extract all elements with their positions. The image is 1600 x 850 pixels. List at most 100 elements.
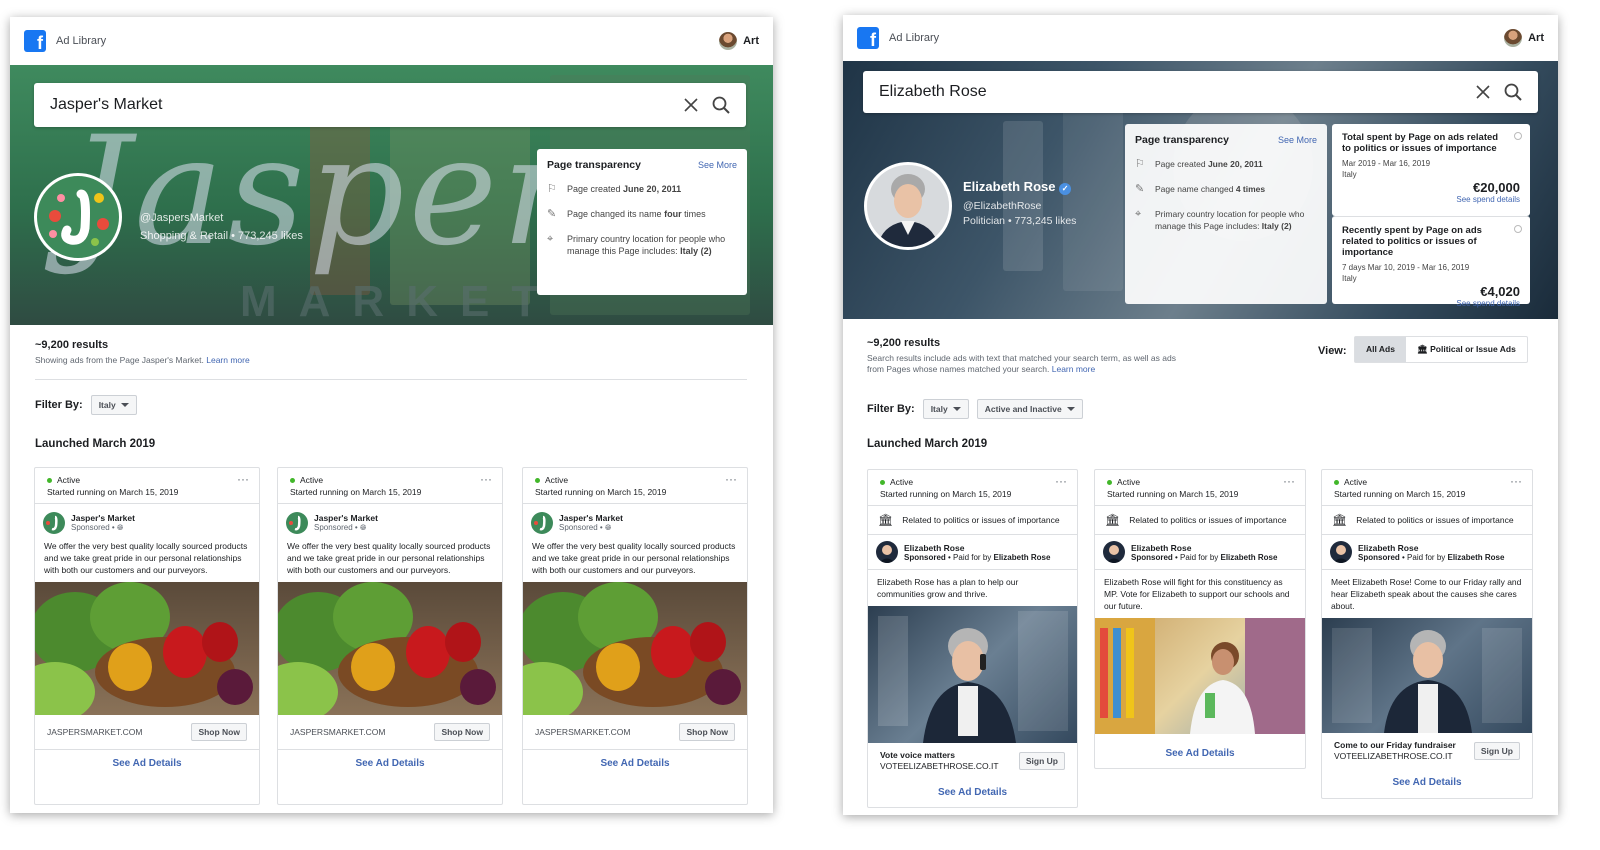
ad-image[interactable] bbox=[523, 582, 747, 715]
ad-body: We offer the very best quality locally s… bbox=[44, 541, 248, 575]
divider bbox=[35, 379, 747, 380]
ad-status: Active bbox=[1117, 477, 1141, 487]
close-icon[interactable] bbox=[684, 98, 698, 112]
bank-building-icon: 🏛︎ bbox=[1105, 513, 1121, 527]
page-name[interactable]: Elizabeth Rose ✓ bbox=[963, 179, 1072, 195]
see-ad-details-link[interactable]: See Ad Details bbox=[1095, 734, 1305, 767]
filter-label: Filter By: bbox=[35, 399, 83, 411]
ad-page-name[interactable]: Jasper's Market bbox=[314, 513, 378, 523]
see-more-link[interactable]: See More bbox=[698, 160, 737, 170]
see-ad-details-link[interactable]: See Ad Details bbox=[1322, 769, 1532, 796]
political-ads-tab[interactable]: 🏛︎ Political or Issue Ads bbox=[1406, 337, 1527, 362]
page-transparency-card: Page transparency See More ⚐ Page created… bbox=[537, 149, 747, 295]
spend-total-title: Total spent by Page on ads related to po… bbox=[1342, 132, 1499, 154]
search-icon[interactable] bbox=[1504, 83, 1522, 101]
more-options-icon[interactable]: ··· bbox=[480, 472, 492, 486]
verified-badge-icon: ✓ bbox=[1059, 183, 1072, 195]
ad-body: Meet Elizabeth Rose! Come to our Friday … bbox=[1322, 569, 1532, 618]
page-created: Page created June 20, 2011 bbox=[1155, 159, 1263, 169]
ad-image[interactable] bbox=[868, 606, 1077, 743]
globe-icon: 🌐︎ bbox=[604, 523, 612, 532]
app-title: Ad Library bbox=[56, 35, 107, 47]
results-count: ~9,200 results bbox=[35, 339, 109, 351]
name-changes: Page changed its name four times bbox=[567, 209, 706, 219]
learn-more-link[interactable]: Learn more bbox=[206, 355, 249, 365]
country-filter-dropdown[interactable]: Italy bbox=[90, 395, 137, 415]
ad-body: Elizabeth Rose has a plan to help our co… bbox=[868, 569, 1077, 606]
sponsored-label: Sponsored • 🌐︎ bbox=[314, 523, 367, 532]
more-options-icon[interactable]: ··· bbox=[1055, 474, 1067, 488]
filter-bar: Filter By: Italy Active and Inactive bbox=[867, 399, 1083, 419]
ad-image[interactable] bbox=[1095, 618, 1305, 734]
sign-up-button[interactable]: Sign Up bbox=[1018, 752, 1065, 770]
see-spend-details-link[interactable]: See spend details bbox=[1342, 195, 1520, 204]
ad-page-name[interactable]: Elizabeth Rose bbox=[1131, 543, 1277, 553]
info-icon[interactable] bbox=[1514, 132, 1522, 140]
user-menu[interactable]: Art bbox=[719, 32, 759, 50]
ad-library-window-elizabeth: f Ad Library Art Elizabeth Rose Elizabet… bbox=[843, 15, 1558, 815]
see-spend-details-link[interactable]: See spend details bbox=[1342, 299, 1520, 308]
ad-domain: JASPERSMARKET.COM bbox=[535, 727, 631, 737]
results-note: Showing ads from the Page Jasper's Marke… bbox=[35, 355, 250, 365]
ad-domain: VOTEELIZABETHROSE.CO.IT bbox=[880, 761, 999, 771]
page-avatar bbox=[1103, 541, 1125, 563]
page-avatar[interactable] bbox=[34, 173, 122, 261]
ad-page-name[interactable]: Elizabeth Rose bbox=[904, 543, 1050, 553]
learn-more-link[interactable]: Learn more bbox=[1052, 364, 1095, 374]
active-status-dot bbox=[1334, 479, 1339, 485]
page-avatar[interactable] bbox=[864, 162, 952, 250]
ad-image[interactable] bbox=[35, 582, 259, 715]
page-avatar bbox=[1330, 541, 1352, 563]
see-ad-details-link[interactable]: See Ad Details bbox=[868, 779, 1077, 806]
user-name: Art bbox=[1528, 32, 1544, 44]
close-icon[interactable] bbox=[1476, 85, 1490, 99]
facebook-logo-icon[interactable]: f bbox=[24, 30, 46, 52]
page-created: Page created June 20, 2011 bbox=[567, 184, 682, 194]
see-ad-details-link[interactable]: See Ad Details bbox=[523, 749, 747, 777]
country-filter-dropdown[interactable]: Italy bbox=[922, 399, 969, 419]
view-label: View: bbox=[1318, 345, 1347, 357]
user-menu[interactable]: Art bbox=[1504, 29, 1544, 47]
shop-now-button[interactable]: Shop Now bbox=[679, 723, 735, 741]
ad-page-name[interactable]: Jasper's Market bbox=[71, 513, 135, 523]
ad-status: Active bbox=[545, 475, 569, 485]
sponsored-label: Sponsored • 🌐︎ bbox=[71, 523, 124, 532]
see-ad-details-link[interactable]: See Ad Details bbox=[278, 749, 502, 777]
ad-page-name[interactable]: Elizabeth Rose bbox=[1358, 543, 1504, 553]
ad-headline: Come to our Friday fundraiser bbox=[1334, 740, 1456, 750]
search-bar[interactable]: Jasper's Market bbox=[34, 83, 746, 127]
search-bar[interactable]: Elizabeth Rose bbox=[863, 71, 1538, 113]
recent-spend-card: Recently spent by Page on ads related to… bbox=[1332, 216, 1530, 308]
view-toggle: All Ads 🏛︎ Political or Issue Ads bbox=[1354, 336, 1528, 363]
info-icon[interactable] bbox=[1514, 225, 1522, 233]
ad-start-date: Started running on March 15, 2019 bbox=[880, 489, 1012, 499]
shop-now-button[interactable]: Shop Now bbox=[191, 723, 247, 741]
total-spend-card: Total spent by Page on ads related to po… bbox=[1332, 124, 1530, 216]
more-options-icon[interactable]: ··· bbox=[1510, 474, 1522, 488]
page-handle: @ElizabethRose bbox=[963, 200, 1042, 212]
page-hero-banner: Elizabeth Rose Elizabeth Rose ✓ @Elizabe… bbox=[843, 61, 1558, 319]
more-options-icon[interactable]: ··· bbox=[237, 472, 249, 486]
ad-card: Active Started running on March 15, 2019… bbox=[1094, 469, 1306, 769]
top-bar: f Ad Library Art bbox=[10, 17, 773, 65]
shop-now-button[interactable]: Shop Now bbox=[434, 723, 490, 741]
ad-image[interactable] bbox=[1322, 618, 1532, 733]
name-changes: Page name changed 4 times bbox=[1155, 184, 1266, 194]
more-options-icon[interactable]: ··· bbox=[1283, 474, 1295, 488]
see-more-link[interactable]: See More bbox=[1278, 135, 1317, 145]
search-input[interactable]: Elizabeth Rose bbox=[879, 83, 1476, 101]
more-options-icon[interactable]: ··· bbox=[725, 472, 737, 486]
search-icon[interactable] bbox=[712, 96, 730, 114]
ad-library-window-jaspers: f Ad Library Art Jasper MARKET Jasper's … bbox=[10, 17, 773, 813]
ad-image[interactable] bbox=[278, 582, 502, 715]
sign-up-button[interactable]: Sign Up bbox=[1473, 742, 1520, 760]
ad-domain: JASPERSMARKET.COM bbox=[290, 727, 386, 737]
bank-building-icon: 🏛︎ bbox=[1416, 344, 1428, 354]
ad-page-name[interactable]: Jasper's Market bbox=[559, 513, 623, 523]
status-filter-dropdown[interactable]: Active and Inactive bbox=[976, 399, 1083, 419]
search-input[interactable]: Jasper's Market bbox=[50, 96, 684, 114]
see-ad-details-link[interactable]: See Ad Details bbox=[35, 749, 259, 777]
location-pin-icon: ⌖ bbox=[1135, 208, 1142, 220]
all-ads-tab[interactable]: All Ads bbox=[1355, 337, 1406, 362]
facebook-logo-icon[interactable]: f bbox=[857, 27, 879, 49]
